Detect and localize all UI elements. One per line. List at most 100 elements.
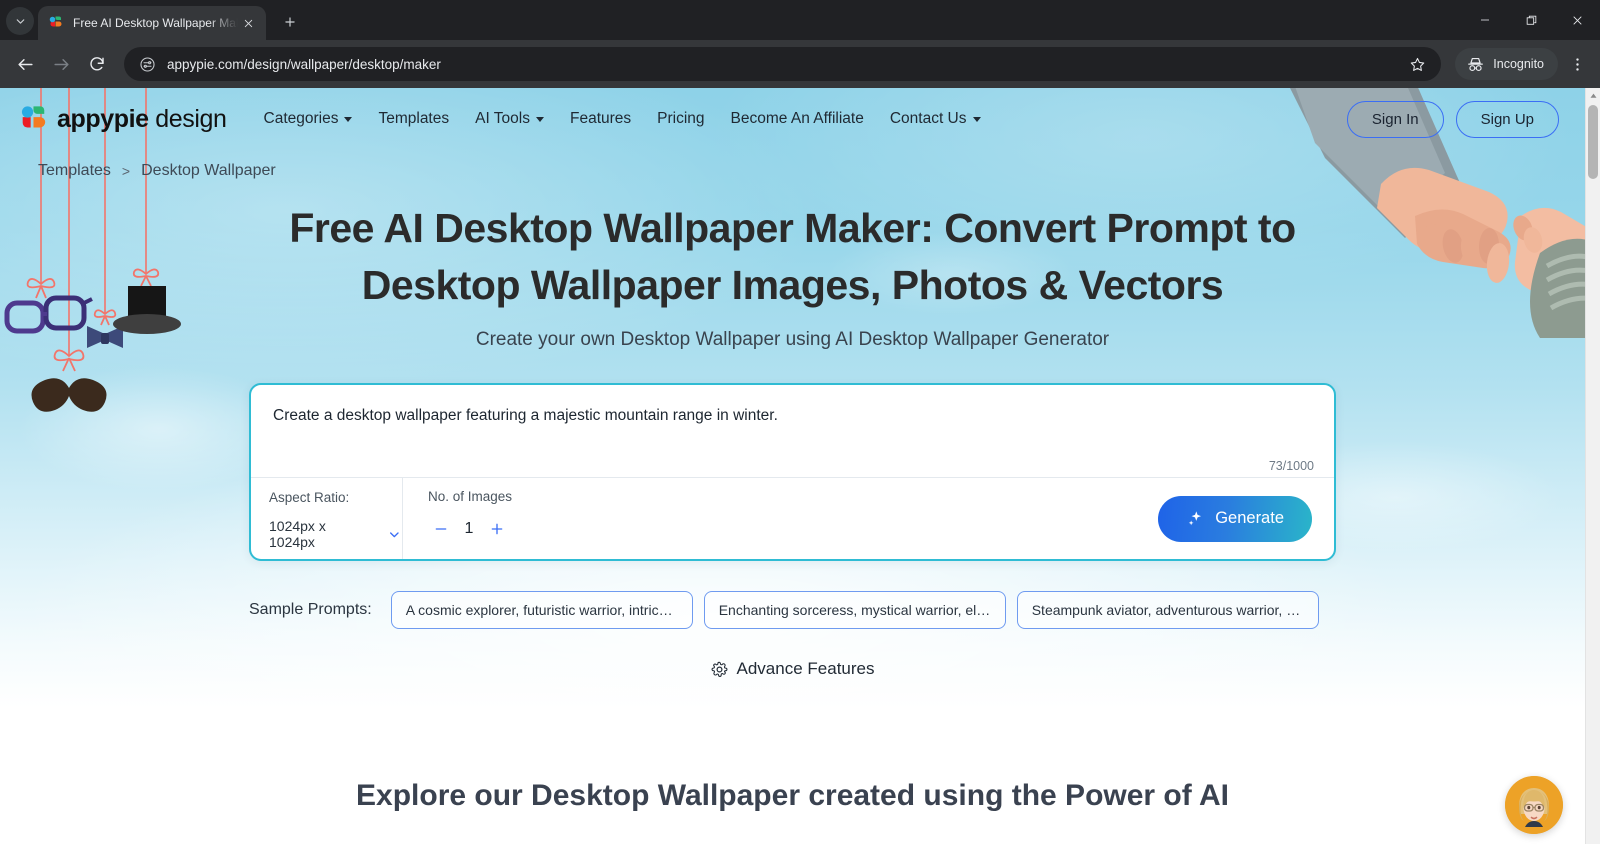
sample-prompt-chip[interactable]: Steampunk aviator, adventurous warrior, … <box>1016 591 1319 630</box>
chevron-down-icon <box>535 116 544 122</box>
breadcrumb-templates[interactable]: Templates <box>38 162 111 180</box>
aspect-ratio-select[interactable]: 1024px x 1024px <box>269 518 402 550</box>
browser-menu-button[interactable] <box>1562 47 1592 81</box>
chevron-down-icon <box>390 531 400 537</box>
prompt-input[interactable]: Create a desktop wallpaper featuring a m… <box>251 385 1334 477</box>
image-count-control: No. of Images 1 <box>403 478 1158 559</box>
aspect-ratio-label: Aspect Ratio: <box>269 490 350 506</box>
scroll-up-arrow-icon[interactable] <box>1586 88 1600 103</box>
window-close-icon <box>1572 15 1582 25</box>
browser-window: Free AI Desktop Wallpaper Mak appypie.co… <box>0 0 1600 844</box>
scrollbar-thumb[interactable] <box>1588 105 1598 179</box>
reload-button[interactable] <box>80 47 114 81</box>
nav-item-become-an-affiliate[interactable]: Become An Affiliate <box>718 104 877 134</box>
nav-item-templates[interactable]: Templates <box>365 104 462 134</box>
appypie-favicon <box>48 15 64 31</box>
page-subtitle: Create your own Desktop Wallpaper using … <box>475 329 1110 351</box>
glasses-decor <box>4 295 93 334</box>
sign-up-button[interactable]: Sign Up <box>1455 100 1559 138</box>
page-title: Free AI Desktop Wallpaper Maker: Convert… <box>289 205 1296 308</box>
mustache-decor <box>31 378 107 412</box>
maximize-button[interactable] <box>1508 0 1554 40</box>
sample-prompt-chip[interactable]: A cosmic explorer, futuristic warrior, i… <box>390 591 693 630</box>
aspect-ratio-control: Aspect Ratio: 1024px x 1024px <box>251 478 403 560</box>
incognito-indicator[interactable]: Incognito <box>1455 48 1558 80</box>
character-counter: 73/1000 <box>1268 459 1314 474</box>
generate-button[interactable]: Generate <box>1158 495 1312 542</box>
generator-card: Create a desktop wallpaper featuring a m… <box>249 383 1336 562</box>
page-viewport: appypie design Categories Templates AI T… <box>0 88 1600 844</box>
minimize-button[interactable] <box>1462 0 1508 40</box>
sample-prompts: Sample Prompts: A cosmic explorer, futur… <box>249 591 1336 630</box>
advance-features-label: Advance Features <box>736 659 875 679</box>
sign-in-button[interactable]: Sign In <box>1346 100 1444 138</box>
restore-icon <box>1526 15 1536 25</box>
back-arrow-icon <box>17 58 33 70</box>
chevron-down-icon <box>344 116 353 122</box>
generate-label: Generate <box>1215 509 1284 528</box>
plus-icon <box>285 17 295 27</box>
increment-button[interactable] <box>484 516 510 542</box>
forward-arrow-icon <box>53 58 69 70</box>
nav-label: Features <box>569 110 632 127</box>
nav-item-ai-tools[interactable]: AI Tools <box>462 104 557 134</box>
three-dot-menu-icon <box>1575 57 1579 71</box>
back-button[interactable] <box>8 47 42 81</box>
tab-title: Free AI Desktop Wallpaper Mak <box>73 16 238 30</box>
auth-buttons: Sign In Sign Up <box>1346 100 1559 138</box>
sample-prompts-label: Sample Prompts: <box>249 601 372 619</box>
incognito-label: Incognito <box>1493 57 1544 71</box>
nav-label: AI Tools <box>475 110 530 127</box>
site-logo[interactable]: appypie design <box>18 104 227 134</box>
top-hat-decor <box>113 286 181 334</box>
browser-tab[interactable]: Free AI Desktop Wallpaper Mak <box>38 6 266 40</box>
advance-features-toggle[interactable]: Advance Features <box>0 659 1585 679</box>
prompt-text: Create a desktop wallpaper featuring a m… <box>273 407 778 425</box>
page-scrollbar[interactable] <box>1585 88 1600 844</box>
close-window-button[interactable] <box>1554 0 1600 40</box>
breadcrumb-current: Desktop Wallpaper <box>141 162 276 179</box>
nav-label: Become An Affiliate <box>730 110 864 127</box>
star-icon[interactable] <box>1403 50 1431 78</box>
nav-label: Categories <box>263 110 339 127</box>
image-count-label: No. of Images <box>428 489 513 505</box>
decrement-button[interactable] <box>428 516 454 542</box>
image-count-value: 1 <box>464 520 474 538</box>
logo-text: appypie design <box>57 105 227 134</box>
logo-brand: appypie <box>57 104 149 133</box>
browser-toolbar: appypie.com/design/wallpaper/desktop/mak… <box>0 40 1600 88</box>
close-icon[interactable] <box>238 13 258 33</box>
minus-icon <box>435 528 447 530</box>
sparkle-icon <box>1188 511 1202 526</box>
nav-label: Templates <box>378 110 450 127</box>
nav-links: Categories Templates AI Tools Features P… <box>251 104 994 134</box>
nav-item-features[interactable]: Features <box>557 104 644 134</box>
forward-button[interactable] <box>44 47 78 81</box>
tab-strip: Free AI Desktop Wallpaper Mak <box>0 0 1600 40</box>
sample-prompt-chip[interactable]: Enchanting sorceress, mystical warrior, … <box>703 591 1006 630</box>
breadcrumb-separator: > <box>121 163 131 179</box>
nav-label: Contact Us <box>889 110 967 127</box>
nav-item-pricing[interactable]: Pricing <box>644 104 717 134</box>
nav-label: Pricing <box>657 110 705 127</box>
site-navigation: appypie design Categories Templates AI T… <box>0 88 1585 150</box>
breadcrumb: Templates > Desktop Wallpaper <box>0 150 1585 180</box>
url-text: appypie.com/design/wallpaper/desktop/mak… <box>167 56 441 72</box>
quantity-stepper: 1 <box>428 516 1158 542</box>
nav-item-categories[interactable]: Categories <box>251 104 366 134</box>
plus-icon <box>491 523 503 535</box>
nav-item-contact-us[interactable]: Contact Us <box>877 104 994 134</box>
new-tab-button[interactable] <box>276 8 304 36</box>
address-bar[interactable]: appypie.com/design/wallpaper/desktop/mak… <box>124 47 1442 81</box>
tab-search-button[interactable] <box>6 7 34 35</box>
chevron-down-icon <box>972 116 981 122</box>
window-controls <box>1462 0 1600 40</box>
gear-icon <box>711 661 727 677</box>
generate-area: Generate <box>1158 478 1334 559</box>
chevron-down-icon <box>16 18 24 24</box>
incognito-hat-icon <box>1468 57 1484 71</box>
logo-product: design <box>155 104 227 133</box>
tune-page-info-icon[interactable] <box>136 53 158 75</box>
web-page: appypie design Categories Templates AI T… <box>0 88 1585 844</box>
aspect-ratio-value: 1024px x 1024px <box>269 518 326 551</box>
